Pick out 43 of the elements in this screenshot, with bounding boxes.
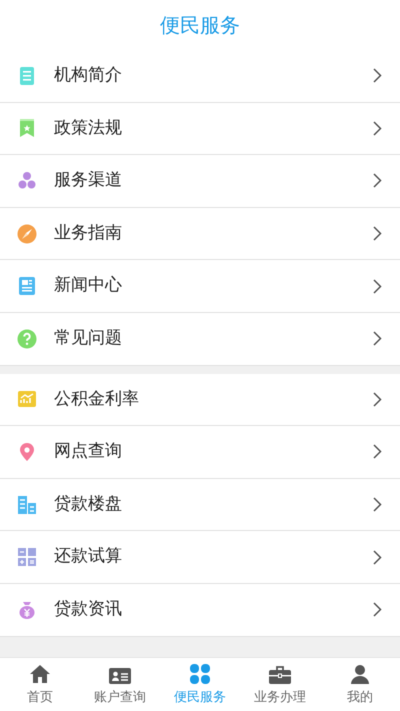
tab-bar-item[interactable]: 我的 [320,658,400,711]
chevron-right-icon [373,550,382,565]
home-icon [29,664,51,684]
menu-label: 政策法规 [54,116,123,140]
menu-label: 服务渠道 [54,169,123,192]
tab-bar-item[interactable]: 业务办理 [240,658,320,711]
chevron-right-icon [373,120,382,136]
menu-label: 网点查询 [54,440,123,464]
menu-label: 新闻中心 [54,274,123,298]
briefcase-icon [269,666,291,684]
person-icon [350,664,370,684]
tab-bar-item[interactable]: 账户查询 [80,658,160,711]
buildings-icon [17,494,37,515]
menu-label: 贷款楼盘 [54,492,123,516]
chevron-right-icon [373,278,382,294]
menu-label: 常见问题 [54,327,123,350]
chevron-right-icon [373,331,382,346]
chevron-right-icon [373,226,382,242]
menu-label: 贷款资讯 [54,598,123,621]
page-title: 便民服务 [160,12,240,39]
chevron-right-icon [373,602,382,618]
tab-bar-item[interactable]: 首页 [0,658,80,711]
chevron-right-icon [373,444,382,460]
menu-label: 机构简介 [54,64,123,88]
menu-label: 还款试算 [54,545,123,568]
chevron-right-icon [373,392,382,407]
chart-icon [17,389,37,410]
menu-item[interactable]: 政策法规 [0,102,400,156]
menu-label: 业务指南 [54,222,123,245]
chevron-right-icon [373,497,382,512]
compass-icon [17,224,37,244]
calculator-icon [17,547,37,568]
bookmark-icon [17,118,37,138]
location-pin-icon [17,442,37,462]
grid-icon [190,664,210,684]
chevron-right-icon [373,173,382,188]
id-card-icon [109,668,131,684]
help-icon [17,328,37,349]
document-icon [17,66,37,86]
money-bag-icon [17,600,37,620]
menu-label: 公积金利率 [54,388,140,411]
chevron-right-icon [373,68,382,84]
newspaper-icon [17,276,37,296]
